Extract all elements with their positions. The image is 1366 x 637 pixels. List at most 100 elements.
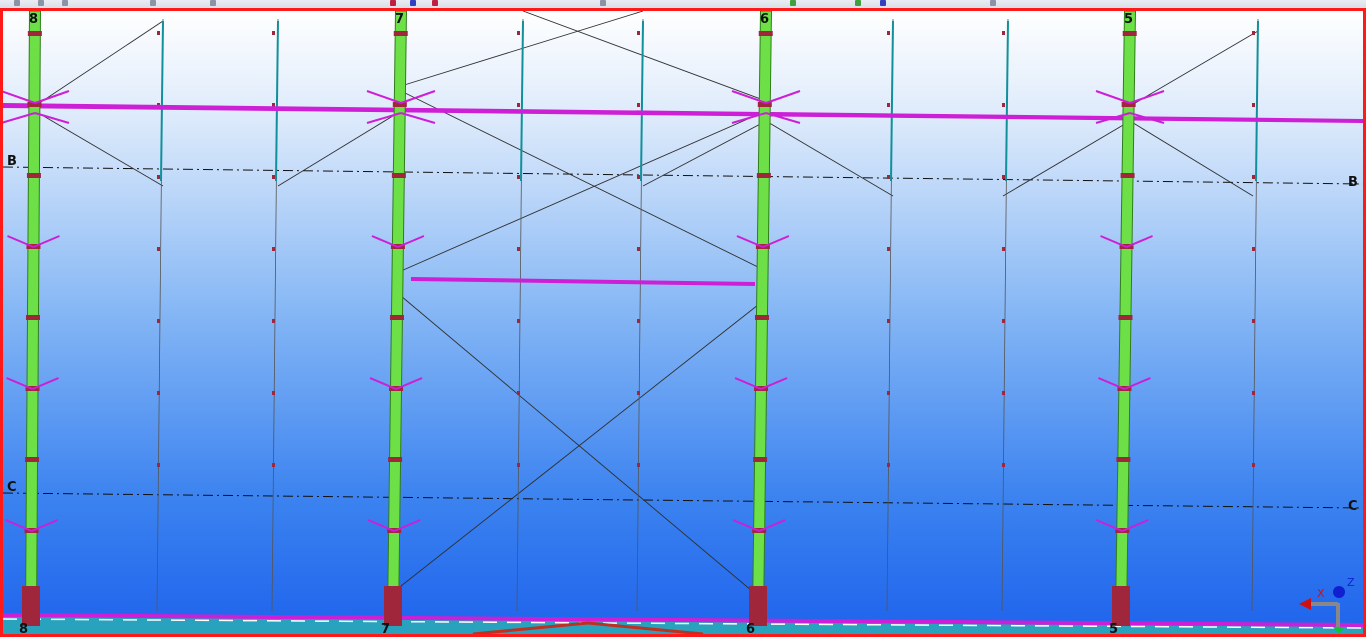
grid-label-right-C: C bbox=[1348, 499, 1358, 514]
gridline-C bbox=[3, 492, 1363, 509]
connection-plate bbox=[517, 391, 520, 395]
connection-plate bbox=[1002, 319, 1005, 323]
toolbar-icon[interactable] bbox=[150, 0, 156, 6]
column-connection bbox=[391, 173, 406, 178]
roof-beam[interactable] bbox=[3, 103, 1363, 123]
toolbar-icon[interactable] bbox=[210, 0, 216, 6]
grid-label-top-8: 8 bbox=[29, 12, 38, 27]
brace-member bbox=[522, 11, 767, 102]
toolbar-icon[interactable] bbox=[990, 0, 996, 6]
brace-member bbox=[400, 110, 767, 272]
connection-plate bbox=[272, 463, 275, 467]
column-connection bbox=[393, 31, 408, 36]
toolbar-icon[interactable] bbox=[432, 0, 438, 6]
connection-plate bbox=[887, 463, 890, 467]
model-viewport[interactable]: 8 8 7 7 6 6 5 5 B B C C X Z bbox=[0, 8, 1366, 637]
column-base-plate bbox=[22, 586, 40, 626]
grid-label-right-B: B bbox=[1348, 175, 1358, 190]
axis-z-label: Z bbox=[1347, 576, 1355, 589]
connection-plate bbox=[157, 31, 160, 35]
connection-plate bbox=[1252, 31, 1255, 35]
connection-plate bbox=[517, 175, 520, 179]
connection-plate bbox=[887, 175, 890, 179]
gridlines bbox=[3, 166, 1363, 509]
grid-label-bottom-6: 6 bbox=[746, 622, 755, 634]
grid-label-top-5: 5 bbox=[1124, 12, 1133, 27]
column-connection bbox=[389, 315, 404, 320]
column-connection bbox=[26, 173, 41, 178]
connection-plate bbox=[1002, 31, 1005, 35]
column-connection bbox=[25, 457, 40, 462]
column-base-plate bbox=[1112, 586, 1130, 626]
connection-plate bbox=[637, 463, 640, 467]
connection-plate bbox=[887, 31, 890, 35]
connection-plate bbox=[517, 463, 520, 467]
connection-plate bbox=[637, 391, 640, 395]
toolbar-icon[interactable] bbox=[855, 0, 861, 6]
fan-brace bbox=[400, 90, 436, 104]
brace-member bbox=[1129, 120, 1254, 197]
brace-member bbox=[1129, 30, 1259, 107]
toolbar-icon[interactable] bbox=[410, 0, 416, 6]
connection-plate bbox=[157, 319, 160, 323]
axis-x-label: X bbox=[1317, 587, 1325, 600]
connection-plate bbox=[157, 463, 160, 467]
toolbar-icon[interactable] bbox=[390, 0, 396, 6]
connection-plate bbox=[157, 391, 160, 395]
columns bbox=[3, 11, 1165, 626]
toolbar-icon[interactable] bbox=[790, 0, 796, 6]
connection-plate bbox=[887, 103, 890, 107]
axis-y-dot-icon bbox=[1333, 586, 1345, 598]
axis-x-arrow-icon bbox=[1299, 598, 1311, 610]
connection-plate bbox=[157, 247, 160, 251]
wall-post-upper bbox=[160, 20, 164, 182]
brace-member bbox=[34, 20, 164, 107]
toolbar-icon[interactable] bbox=[38, 0, 44, 6]
intermediate-beam[interactable] bbox=[410, 277, 756, 286]
connection-plate bbox=[1252, 391, 1255, 395]
connection-plate bbox=[1002, 247, 1005, 251]
brace-member bbox=[1002, 120, 1131, 197]
column-connection bbox=[753, 457, 768, 462]
connection-plate bbox=[517, 247, 520, 251]
column-connection bbox=[1118, 315, 1133, 320]
toolbar-icon[interactable] bbox=[14, 0, 20, 6]
fan-brace bbox=[400, 112, 436, 124]
connection-plate bbox=[1252, 103, 1255, 107]
connection-plate bbox=[887, 319, 890, 323]
connection-plate bbox=[887, 247, 890, 251]
fan-brace bbox=[765, 90, 801, 104]
wall-post-upper bbox=[1005, 20, 1009, 182]
toolbar-icon[interactable] bbox=[880, 0, 886, 6]
connection-plate bbox=[517, 103, 520, 107]
grid-label-left-C: C bbox=[7, 480, 17, 495]
brace-member bbox=[34, 110, 164, 187]
wall-post-upper bbox=[275, 20, 279, 182]
brace-member bbox=[277, 110, 402, 187]
connection-plate bbox=[1002, 391, 1005, 395]
connection-plate bbox=[887, 391, 890, 395]
toolbar-icon[interactable] bbox=[62, 0, 68, 6]
fan-brace bbox=[1129, 90, 1165, 104]
column-connection bbox=[1120, 173, 1135, 178]
wall-post-upper bbox=[1255, 20, 1259, 182]
structural-model-view[interactable]: 8 8 7 7 6 6 5 5 B B C C X Z bbox=[3, 11, 1363, 634]
column-connection bbox=[756, 173, 771, 178]
connection-plate bbox=[272, 391, 275, 395]
bracing bbox=[34, 11, 1259, 597]
toolbar-strip bbox=[0, 0, 1366, 8]
connection-plate bbox=[1002, 463, 1005, 467]
column-connection bbox=[1122, 31, 1137, 36]
grid-label-bottom-7: 7 bbox=[381, 622, 390, 634]
column-connection bbox=[754, 315, 769, 320]
connection-plate bbox=[1252, 247, 1255, 251]
grid-label-top-7: 7 bbox=[395, 12, 404, 27]
brace-member bbox=[400, 300, 764, 587]
toolbar-icon[interactable] bbox=[600, 0, 606, 6]
connection-plate bbox=[1252, 175, 1255, 179]
connection-plate bbox=[1252, 319, 1255, 323]
grid-label-bottom-8: 8 bbox=[19, 622, 28, 634]
column-connection bbox=[1116, 457, 1131, 462]
connection-plate bbox=[637, 319, 640, 323]
connection-plate bbox=[1002, 175, 1005, 179]
